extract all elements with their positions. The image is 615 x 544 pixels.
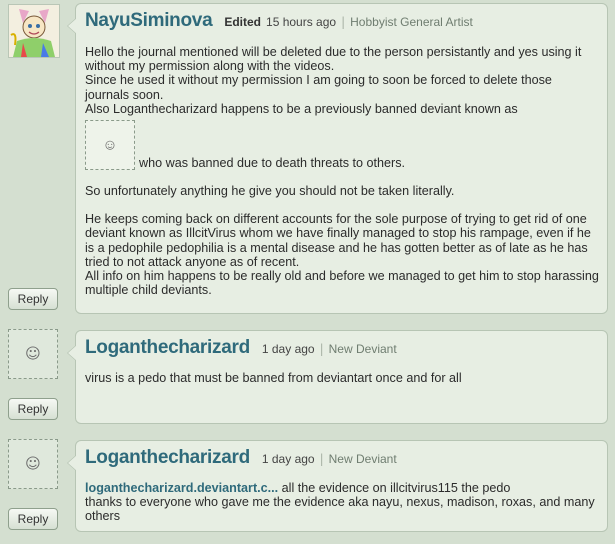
user-type: New Deviant (328, 342, 397, 356)
comment-text: Since he used it without my permission I… (85, 73, 552, 102)
comment-body: Hello the journal mentioned will be dele… (85, 45, 599, 297)
avatar-art-icon (9, 5, 59, 57)
username-link[interactable]: Loganthecharizard (85, 337, 250, 359)
reply-button[interactable]: Reply (8, 508, 58, 530)
username-link[interactable]: Loganthecharizard (85, 447, 250, 469)
user-type: Hobbyist General Artist (350, 15, 473, 29)
separator: | (319, 452, 324, 466)
timestamp[interactable]: 1 day ago (262, 342, 315, 356)
comment-header: Loganthecharizard 1 day ago | New Devian… (85, 447, 599, 473)
edited-label: Edited (224, 15, 262, 29)
avatar-nayusiminova[interactable] (8, 4, 60, 58)
comment-text: So unfortunately anything he give you sh… (85, 184, 455, 199)
comment-text: All info on him happens to be really old… (85, 269, 599, 298)
comment-text: Hello the journal mentioned will be dele… (85, 45, 582, 74)
comment-text-inline: all the evidence on illcitvirus115 the p… (278, 481, 511, 495)
profile-link[interactable]: loganthecharizard.deviantart.c... (85, 481, 278, 495)
comment-text: thanks to everyone who gave me the evide… (85, 495, 595, 524)
reply-button[interactable]: Reply (8, 288, 58, 310)
username-link[interactable]: NayuSiminova (85, 10, 213, 32)
separator: | (341, 15, 346, 29)
separator: | (319, 342, 324, 356)
comment-text: Also Loganthecharizard happens to be a p… (85, 101, 518, 116)
user-type: New Deviant (328, 452, 397, 466)
reply-button[interactable]: Reply (8, 398, 58, 420)
comment-text-inline: who was banned due to death threats to o… (139, 155, 406, 170)
emote-placeholder-icon: ☺ (85, 120, 135, 171)
comment-text: ☺ who was banned due to death threats to … (85, 120, 599, 171)
comment-text: virus is a pedo that must be banned from… (85, 371, 462, 385)
comment-header: NayuSiminova Edited 15 hours ago | Hobby… (85, 10, 599, 36)
comment-text: He keeps coming back on different accoun… (85, 212, 591, 269)
timestamp[interactable]: 1 day ago (262, 452, 315, 466)
comment-bubble: NayuSiminova Edited 15 hours ago | Hobby… (67, 3, 608, 314)
comment-bubble: Loganthecharizard 1 day ago | New Devian… (67, 440, 608, 532)
comment-bubble: Loganthecharizard 1 day ago | New Devian… (67, 330, 608, 424)
comment-header: Loganthecharizard 1 day ago | New Devian… (85, 337, 599, 363)
smiley-icon: ☺ (25, 454, 41, 473)
timestamp[interactable]: 15 hours ago (266, 15, 336, 29)
avatar-placeholder[interactable]: ☺ (8, 329, 58, 379)
avatar-placeholder[interactable]: ☺ (8, 439, 58, 489)
smiley-icon: ☺ (25, 344, 41, 363)
comment-body: loganthecharizard.deviantart.c... all th… (85, 481, 599, 524)
comment-body: virus is a pedo that must be banned from… (85, 371, 599, 385)
comment-text: loganthecharizard.deviantart.c... all th… (85, 481, 599, 495)
